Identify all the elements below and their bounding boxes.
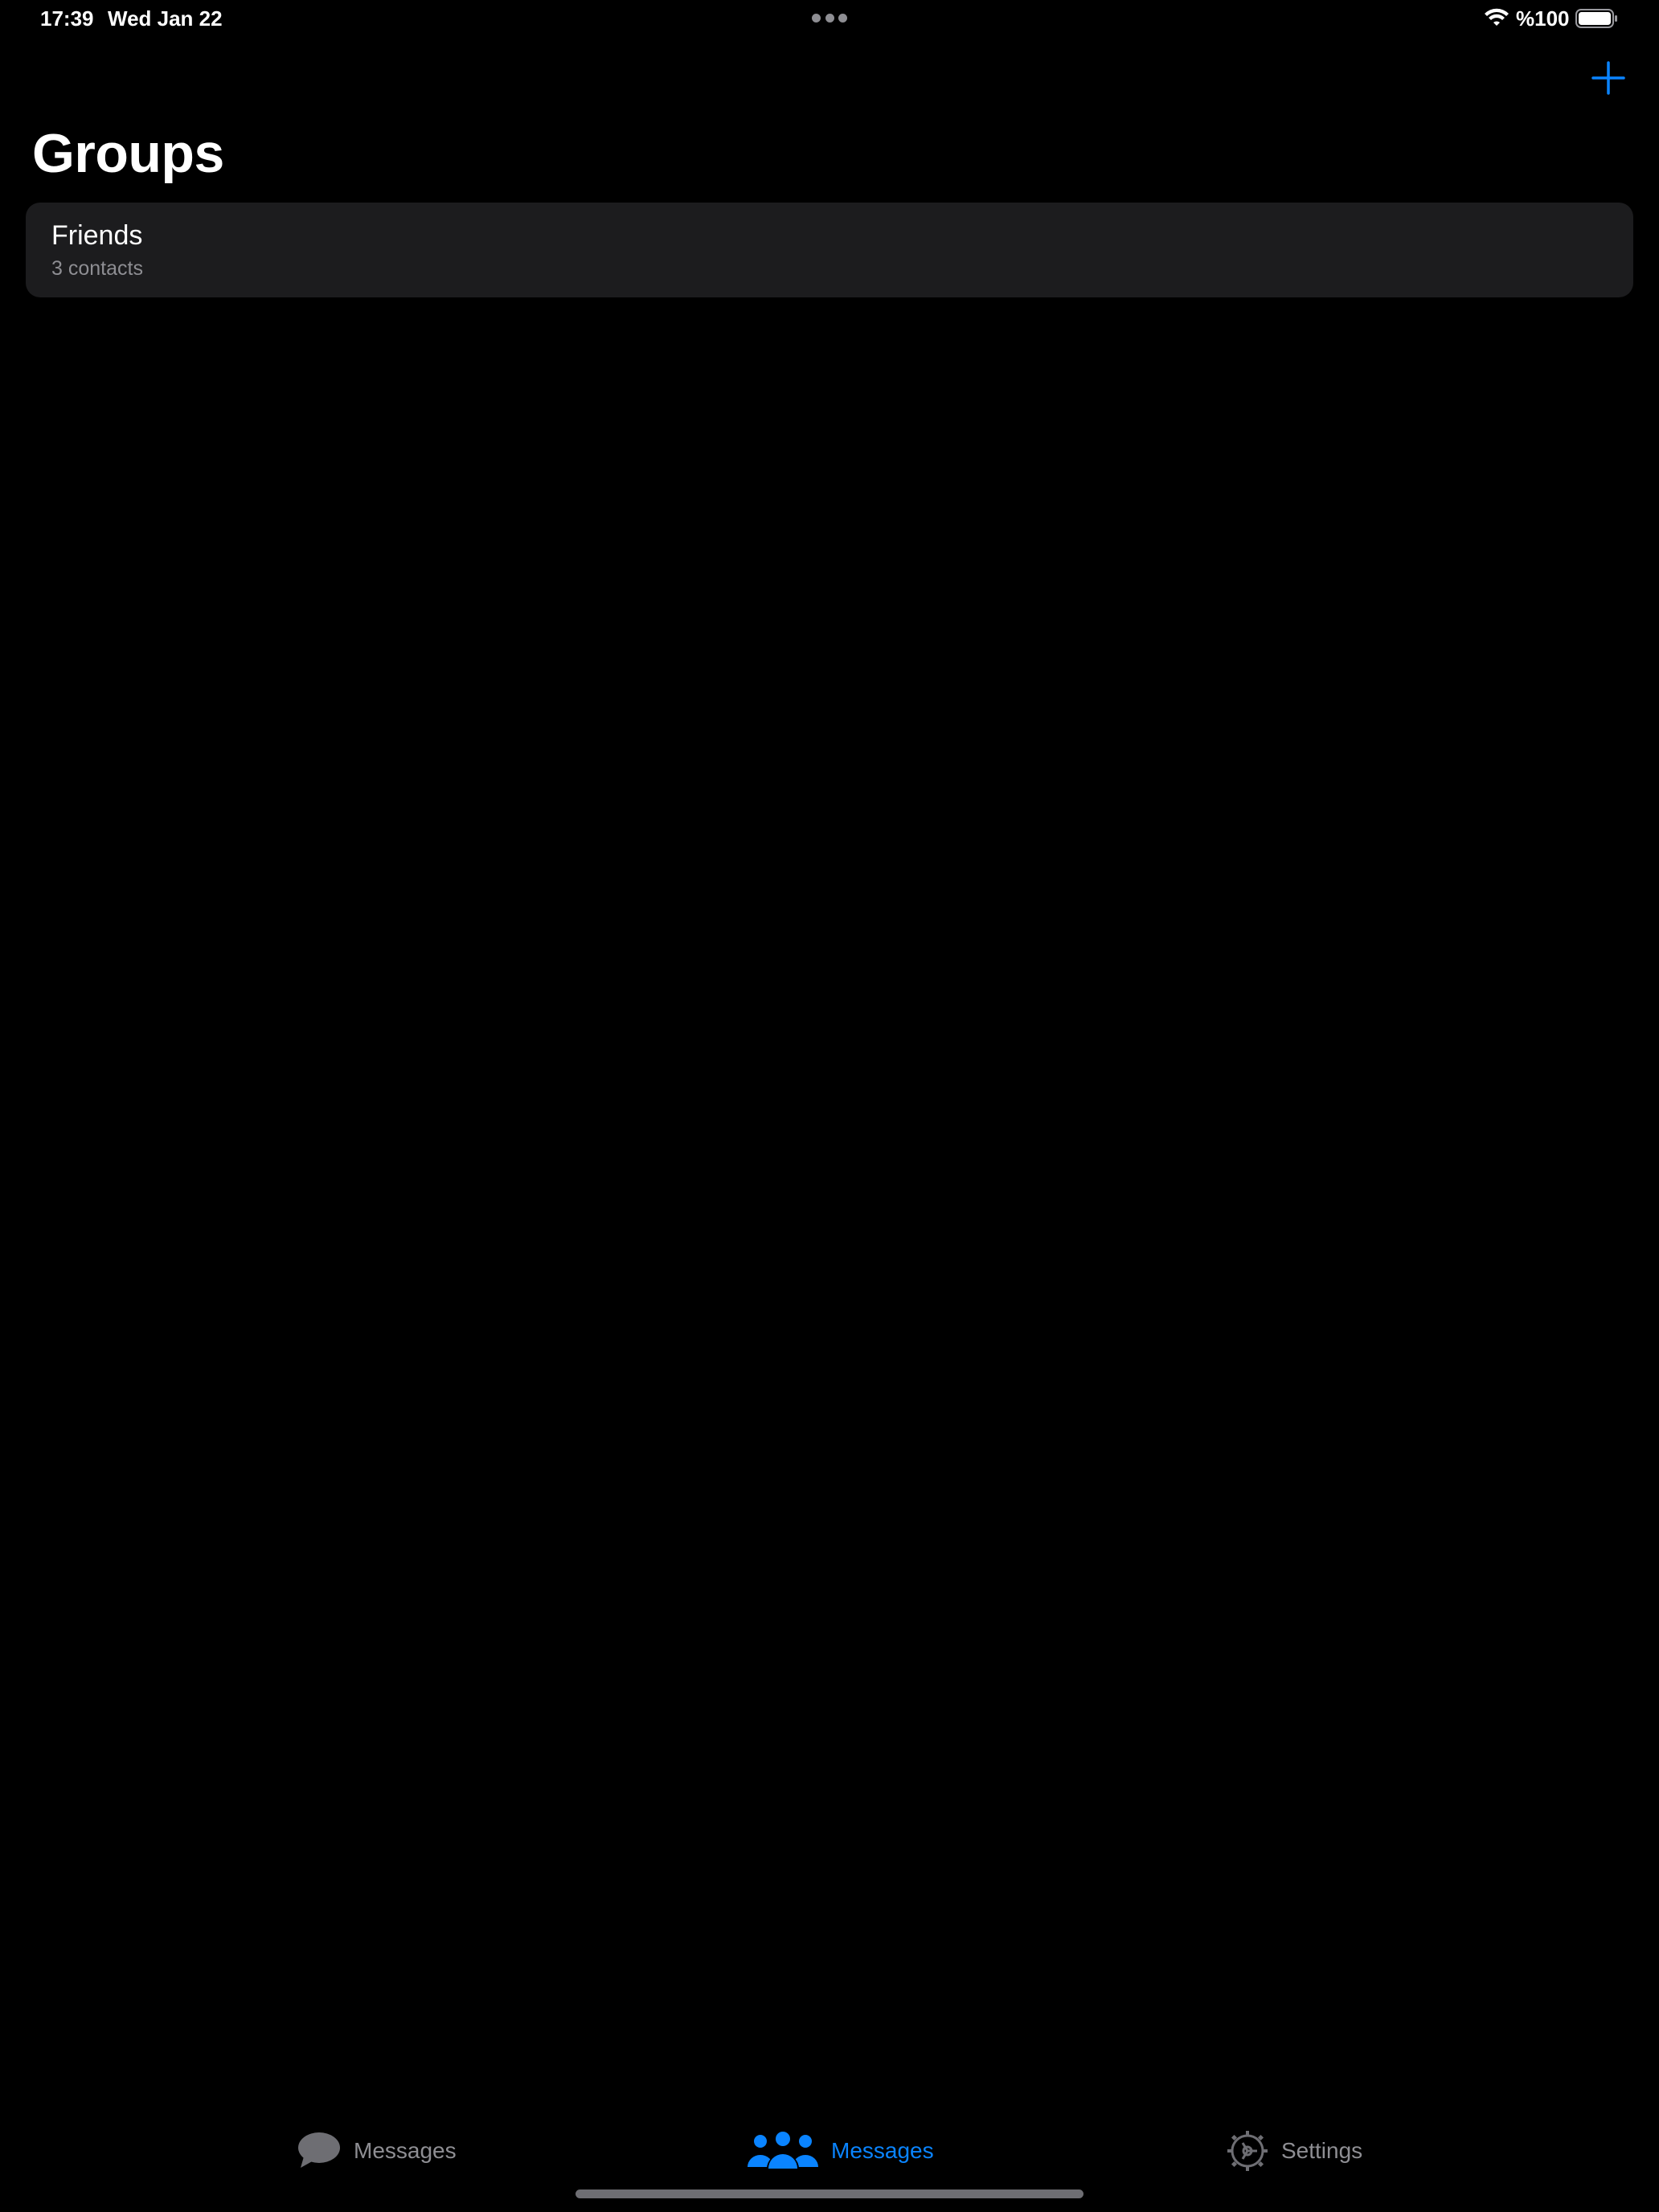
status-date: Wed Jan 22	[108, 6, 223, 31]
tab-groups[interactable]: Messages	[748, 2128, 934, 2173]
status-bar: 17:39 Wed Jan 22 %100	[0, 0, 1659, 39]
group-name: Friends	[51, 220, 143, 251]
tab-bar: Messages Messages Settings	[0, 2106, 1659, 2194]
home-indicator[interactable]	[576, 2189, 1083, 2198]
wifi-icon	[1485, 8, 1509, 26]
tab-messages[interactable]: Messages	[296, 2128, 457, 2173]
chat-bubble-icon	[298, 2132, 340, 2168]
status-time: 17:39	[40, 6, 94, 31]
tab-label: Messages	[354, 2138, 457, 2163]
group-contact-count: 3 contacts	[51, 257, 143, 280]
group-row-friends[interactable]: Friends 3 contacts	[26, 203, 1633, 297]
gear-icon	[1227, 2131, 1268, 2171]
people-icon	[748, 2132, 818, 2169]
tab-settings[interactable]: Settings	[1227, 2128, 1362, 2173]
multitasking-dots-icon[interactable]	[812, 14, 847, 23]
battery-percentage: %100	[1516, 6, 1570, 31]
add-group-button[interactable]	[1590, 59, 1627, 96]
groups-screen: 17:39 Wed Jan 22 %100 Groups Friends 3 c…	[0, 0, 1659, 2212]
battery-full-icon	[1575, 9, 1617, 28]
tab-label: Settings	[1281, 2138, 1363, 2163]
page-title: Groups	[32, 123, 224, 184]
tab-label: Messages	[831, 2138, 934, 2163]
